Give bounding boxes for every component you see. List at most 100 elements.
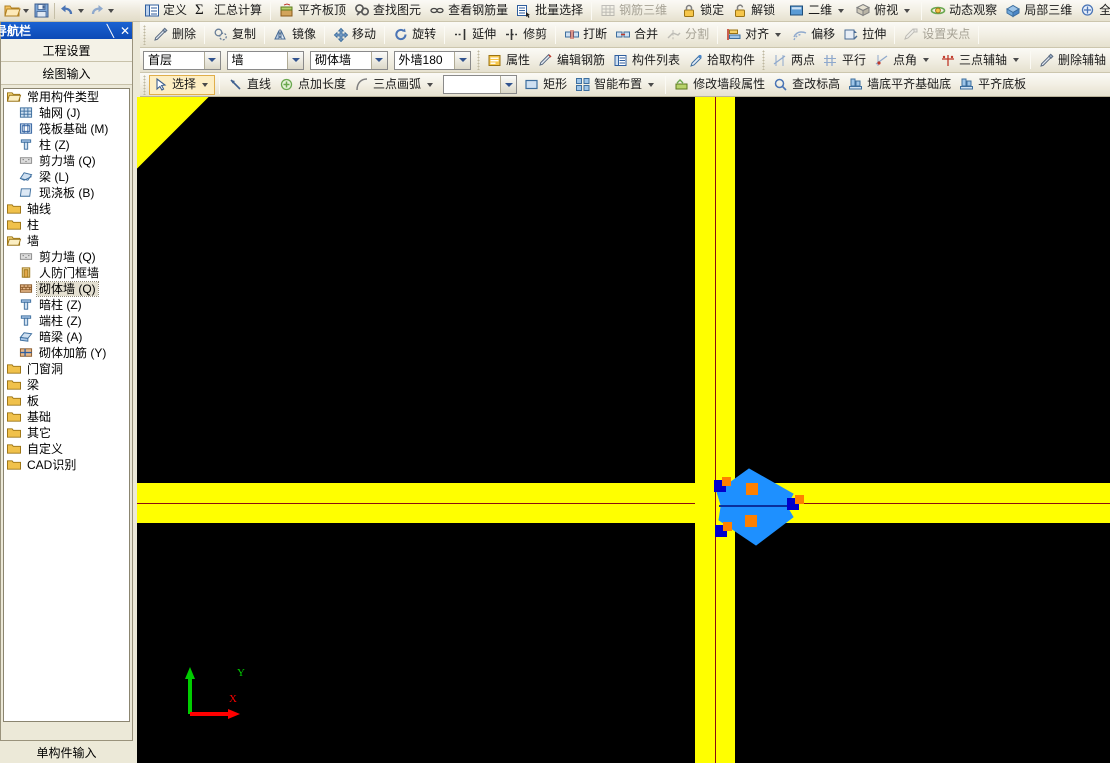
stretch-button[interactable]: 拉伸 <box>839 25 890 45</box>
chevron-down-icon[interactable] <box>203 51 220 69</box>
align-button[interactable]: 对齐 <box>722 25 788 45</box>
view-rebar-qty-button[interactable]: 查看钢筋量 <box>425 1 512 21</box>
rectangle-button[interactable]: 矩形 <box>520 75 571 95</box>
project-settings-button[interactable]: 工程设置 <box>1 39 132 62</box>
parallel-axis-button[interactable]: 平行 <box>819 50 870 70</box>
open-file-button[interactable] <box>3 1 33 21</box>
delete-button[interactable]: 删除 <box>149 25 200 45</box>
define-button[interactable]: 定义 <box>140 1 191 21</box>
tree-item-4[interactable]: 剪力墙 (Q) <box>4 153 129 169</box>
save-button[interactable] <box>33 1 51 21</box>
properties-button[interactable]: 属性 <box>483 50 534 70</box>
tree-item-9[interactable]: 墙 <box>4 233 129 249</box>
lock-button[interactable]: 锁定 <box>677 1 728 21</box>
tree-item-21[interactable]: 其它 <box>4 425 129 441</box>
floor-select[interactable]: 首层 <box>143 50 221 70</box>
chevron-down-icon[interactable] <box>370 51 387 69</box>
rotate-button[interactable]: 旋转 <box>389 25 440 45</box>
chevron-down-icon[interactable] <box>904 8 911 13</box>
tree-item-23[interactable]: CAD识别 <box>4 457 129 473</box>
chevron-down-icon[interactable] <box>202 82 209 87</box>
component-type-select[interactable]: 墙 <box>226 50 305 70</box>
top-view-button[interactable]: 俯视 <box>851 1 917 21</box>
smart-layout-button[interactable]: 智能布置 <box>571 75 661 95</box>
delete-aux-axis-button[interactable]: 删除辅轴 <box>1035 50 1110 70</box>
point-angle-button[interactable]: 点角 <box>870 50 936 70</box>
tree-item-0[interactable]: 常用构件类型 <box>4 89 129 105</box>
tree-item-17[interactable]: 门窗洞 <box>4 361 129 377</box>
offset-button[interactable]: 偏移 <box>788 25 839 45</box>
find-element-button[interactable]: 查找图元 <box>350 1 425 21</box>
unlock-button[interactable]: 解锁 <box>728 1 779 21</box>
tree-item-12[interactable]: 砌体墙 (Q) <box>4 281 129 297</box>
undo-button[interactable] <box>58 1 88 21</box>
align-bottom-slab-button[interactable]: 平齐底板 <box>955 75 1030 95</box>
chevron-down-icon[interactable] <box>838 8 845 13</box>
two-point-axis-button[interactable]: 两点 <box>768 50 819 70</box>
line-button[interactable]: 直线 <box>224 75 275 95</box>
extend-button[interactable]: 延伸 <box>449 25 500 45</box>
tree-item-3[interactable]: 柱 (Z) <box>4 137 129 153</box>
tree-item-18[interactable]: 梁 <box>4 377 129 393</box>
pick-component-button[interactable]: 拾取构件 <box>684 50 759 70</box>
tree-item-16[interactable]: 砌体加筋 (Y) <box>4 345 129 361</box>
drawing-canvas[interactable]: Y X <box>137 97 1110 763</box>
local-3d-button[interactable]: 局部三维 <box>1001 1 1076 21</box>
sigma-button[interactable]: Σ 汇总计算 <box>191 1 266 21</box>
tree-item-5[interactable]: 梁 (L) <box>4 169 129 185</box>
tree-item-10[interactable]: 剪力墙 (Q) <box>4 249 129 265</box>
tree-item-6[interactable]: 现浇板 (B) <box>4 185 129 201</box>
chevron-down-icon[interactable] <box>500 76 517 93</box>
three-point-aux-axis-button[interactable]: 三点辅轴 <box>936 50 1026 70</box>
three-point-arc-button[interactable]: 三点画弧 <box>350 75 440 95</box>
check-elevation-button[interactable]: 查改标高 <box>769 75 844 95</box>
tree-item-22[interactable]: 自定义 <box>4 441 129 457</box>
batch-select-button[interactable]: 批量选择 <box>512 1 587 21</box>
redo-button[interactable] <box>88 1 118 21</box>
draw-mode-select[interactable] <box>443 75 518 94</box>
component-tree[interactable]: 常用构件类型 轴网 (J) 筏板基础 (M) 柱 (Z) 剪力墙 (Q) 梁 (L) 现浇板… <box>3 88 130 722</box>
tree-item-7[interactable]: 轴线 <box>4 201 129 217</box>
chevron-down-icon[interactable] <box>648 82 655 87</box>
tree-item-15[interactable]: 暗梁 (A) <box>4 329 129 345</box>
align-slab-top-button[interactable]: 平齐板顶 <box>275 1 350 21</box>
tree-item-20[interactable]: 基础 <box>4 409 129 425</box>
tree-item-2[interactable]: 筏板基础 (M) <box>4 121 129 137</box>
mirror-button[interactable]: 镜像 <box>269 25 320 45</box>
tree-item-13[interactable]: 暗柱 (Z) <box>4 297 129 313</box>
chevron-down-icon[interactable] <box>427 82 434 87</box>
copy-button[interactable]: 复制 <box>209 25 260 45</box>
chevron-down-icon[interactable] <box>287 51 304 69</box>
chevron-down-icon[interactable] <box>922 58 929 62</box>
chevron-down-icon[interactable] <box>1013 58 1019 62</box>
wall-center-grip-upper[interactable] <box>746 483 758 495</box>
edit-rebar-button[interactable]: 编辑钢筋 <box>534 50 609 70</box>
wall-name-select[interactable]: 外墙180 <box>393 50 472 70</box>
tree-item-11[interactable]: 人防门框墙 <box>4 265 129 281</box>
single-component-input-button[interactable]: 单构件输入 <box>0 741 133 763</box>
tree-item-19[interactable]: 板 <box>4 393 129 409</box>
trim-button[interactable]: 修剪 <box>500 25 551 45</box>
wall-bottom-align-foundation-button[interactable]: 墙底平齐基础底 <box>844 75 955 95</box>
merge-button[interactable]: 合并 <box>611 25 662 45</box>
tree-item-1[interactable]: 轴网 (J) <box>4 105 129 121</box>
modify-wall-segment-button[interactable]: 修改墙段属性 <box>670 75 769 95</box>
chevron-down-icon[interactable] <box>108 8 114 13</box>
chevron-down-icon[interactable] <box>78 8 84 13</box>
chevron-down-icon[interactable] <box>454 51 471 69</box>
move-button[interactable]: 移动 <box>329 25 380 45</box>
fullscreen-button[interactable]: 全屏 <box>1076 1 1110 21</box>
chevron-down-icon[interactable] <box>23 8 29 13</box>
pin-icon[interactable]: ╲ <box>107 25 114 37</box>
wall-type-select[interactable]: 砌体墙 <box>310 50 388 70</box>
chevron-down-icon[interactable] <box>775 32 782 37</box>
two-d-button[interactable]: 二维 <box>785 1 851 21</box>
break-button[interactable]: 打断 <box>560 25 611 45</box>
close-icon[interactable]: ✕ <box>120 25 130 37</box>
component-list-button[interactable]: 构件列表 <box>609 50 684 70</box>
tree-item-14[interactable]: 端柱 (Z) <box>4 313 129 329</box>
dynamic-observe-button[interactable]: 动态观察 <box>926 1 1001 21</box>
wall-center-grip-lower[interactable] <box>745 515 757 527</box>
wall-end-grip-topleft[interactable] <box>714 477 731 492</box>
drawing-input-button[interactable]: 绘图输入 <box>1 62 132 85</box>
